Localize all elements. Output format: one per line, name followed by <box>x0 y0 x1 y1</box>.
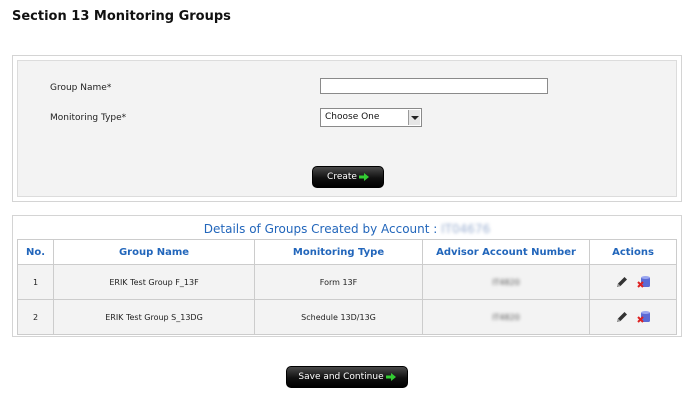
column-header-advisor-account: Advisor Account Number <box>422 239 590 265</box>
row-monitoring-type: Form 13F <box>254 264 423 300</box>
monitoring-type-label: Monitoring Type* <box>50 113 127 123</box>
groups-table-title: Details of Groups Created by Account : I… <box>13 222 681 236</box>
row-actions <box>589 299 677 335</box>
groups-table: No. Group Name Monitoring Type Advisor A… <box>17 239 677 335</box>
row-actions <box>589 264 677 300</box>
pencil-icon[interactable] <box>615 275 629 289</box>
group-name-label: Group Name* <box>50 83 112 93</box>
column-header-no: No. <box>17 239 54 265</box>
row-monitoring-type: Schedule 13D/13G <box>254 299 423 335</box>
monitoring-type-selected: Choose One <box>325 112 380 122</box>
column-header-monitoring-type: Monitoring Type <box>254 239 423 265</box>
green-arrow-icon <box>385 373 396 381</box>
create-button[interactable]: Create <box>312 166 384 188</box>
row-number: 1 <box>17 264 54 300</box>
groups-panel: Details of Groups Created by Account : I… <box>12 215 682 337</box>
account-id: IT04676 <box>441 222 491 236</box>
row-advisor-account: IT4820 <box>422 264 590 300</box>
row-advisor-account: IT4820 <box>422 299 590 335</box>
group-name-input[interactable] <box>320 78 548 94</box>
row-group-name: ERIK Test Group F_13F <box>53 264 255 300</box>
table-row: 1 ERIK Test Group F_13F Form 13F IT4820 <box>17 264 677 300</box>
row-number: 2 <box>17 299 54 335</box>
table-row: 2 ERIK Test Group S_13DG Schedule 13D/13… <box>17 299 677 335</box>
pencil-icon[interactable] <box>615 310 629 324</box>
column-header-group-name: Group Name <box>53 239 255 265</box>
save-button-label: Save and Continue <box>298 372 384 382</box>
column-header-actions: Actions <box>589 239 677 265</box>
create-button-label: Create <box>327 172 357 182</box>
advisor-account-value: IT4820 <box>492 277 520 287</box>
table-header-row: No. Group Name Monitoring Type Advisor A… <box>17 239 677 265</box>
groups-table-title-text: Details of Groups Created by Account : <box>203 222 438 236</box>
create-group-form: Group Name* Monitoring Type* Choose One … <box>12 55 682 202</box>
form-inner: Group Name* Monitoring Type* Choose One … <box>17 60 677 197</box>
delete-database-icon[interactable] <box>637 310 651 324</box>
chevron-down-icon[interactable] <box>408 110 420 125</box>
advisor-account-value: IT4820 <box>492 312 520 322</box>
save-and-continue-button[interactable]: Save and Continue <box>286 366 408 388</box>
monitoring-type-select[interactable]: Choose One <box>320 108 422 127</box>
page-title: Section 13 Monitoring Groups <box>12 9 231 24</box>
delete-database-icon[interactable] <box>637 275 651 289</box>
green-arrow-icon <box>358 173 369 181</box>
row-group-name: ERIK Test Group S_13DG <box>53 299 255 335</box>
